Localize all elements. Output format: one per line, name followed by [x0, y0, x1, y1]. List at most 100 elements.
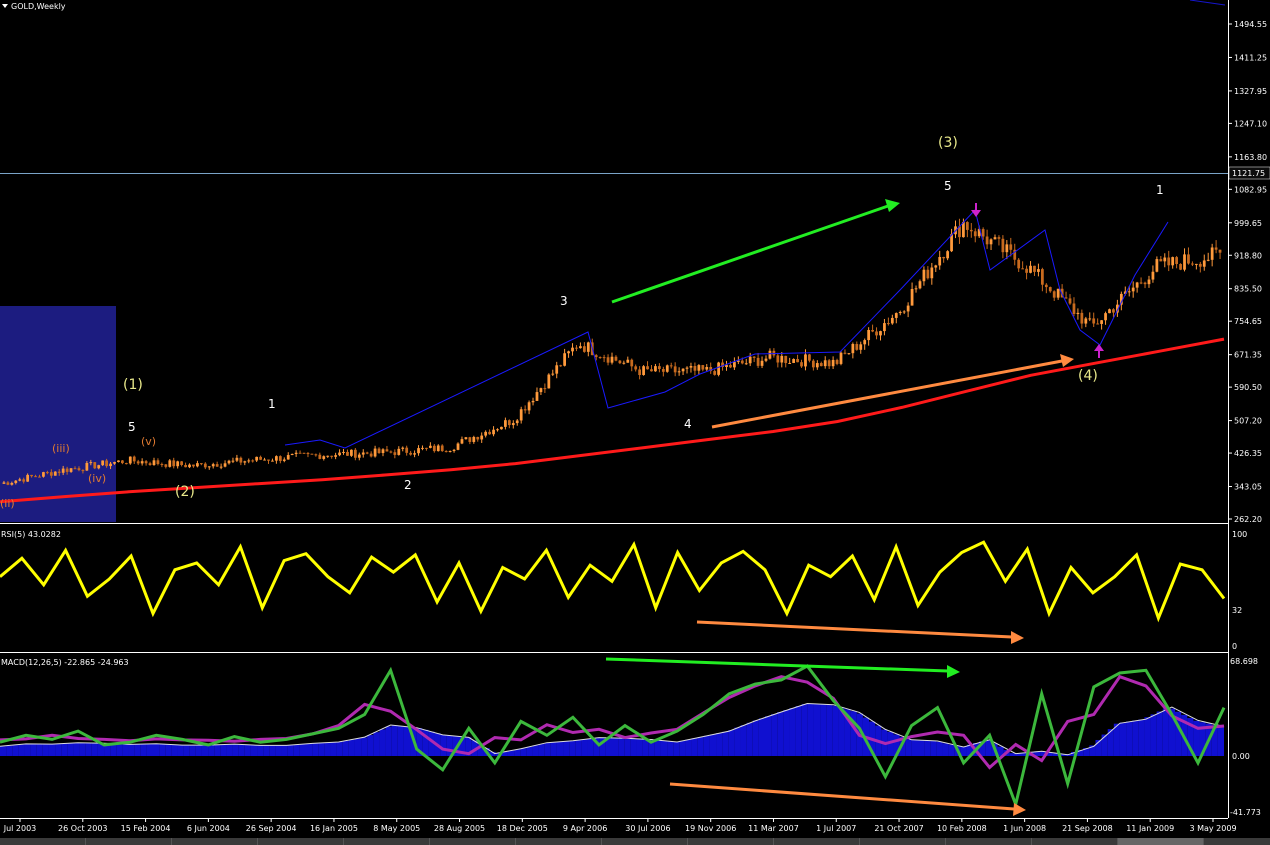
candle-body: [531, 400, 535, 403]
macd-histogram-bar: [373, 732, 380, 756]
candle-body: [472, 436, 476, 442]
macd-histogram-bar: [550, 742, 557, 756]
candle-body: [930, 267, 934, 279]
price-tick-label: 1494.55: [1234, 20, 1267, 29]
candle-body: [1064, 297, 1068, 299]
candle-body: [353, 449, 357, 458]
rsi-label: RSI(5) 43.0282: [1, 530, 61, 539]
chart-tab[interactable]: [946, 838, 1032, 845]
macd-histogram-bar: [195, 745, 202, 756]
wave-label-4-minor: 4: [684, 417, 692, 431]
candle-body: [156, 460, 160, 465]
time-tick-label: Jul 2003: [3, 824, 37, 833]
candle-body: [1210, 247, 1214, 260]
macd-histogram-bar: [165, 744, 172, 756]
candle-body: [618, 360, 622, 364]
candle-body: [1108, 309, 1111, 314]
wave-label-2-minor: 2: [404, 478, 412, 492]
chart-tab[interactable]: [430, 838, 516, 845]
candle-body: [184, 464, 187, 468]
chart-tab[interactable]: [258, 838, 344, 845]
candle-body: [575, 347, 578, 349]
macd-histogram-bar: [342, 740, 349, 756]
macd-histogram-bar: [691, 738, 698, 756]
macd-histogram-bar: [171, 744, 178, 756]
candle-body: [405, 447, 409, 453]
chart-tab[interactable]: [860, 838, 946, 845]
macd-label: MACD(12,26,5) -22.865 -24.963: [1, 658, 129, 667]
time-tick-label: 9 Apr 2006: [563, 824, 607, 833]
macd-histogram-bar: [1217, 726, 1224, 756]
candle-body: [235, 457, 239, 461]
candle-body: [361, 452, 365, 455]
candle-body: [30, 474, 33, 477]
macd-histogram-bar: [1119, 722, 1127, 756]
macd-histogram-bar: [697, 737, 704, 756]
candle-body: [598, 357, 602, 359]
candle-body: [519, 409, 523, 421]
macd-histogram-bar: [318, 743, 325, 756]
candle-body: [132, 456, 136, 462]
chart-tab[interactable]: [1204, 838, 1270, 845]
chart-tab[interactable]: [344, 838, 430, 845]
macd-histogram-bar: [826, 704, 833, 756]
chart-tab[interactable]: [0, 838, 86, 845]
chart-tab[interactable]: [602, 838, 688, 845]
chart-tab[interactable]: [774, 838, 860, 845]
chart-tab[interactable]: [688, 838, 774, 845]
candle-body: [263, 459, 266, 461]
candle-body: [547, 374, 551, 389]
candle-body: [1159, 259, 1163, 262]
candle-body: [981, 229, 985, 237]
candle-body: [1171, 257, 1175, 266]
candle-body: [962, 222, 965, 238]
candle-body: [247, 460, 251, 462]
candle-body: [733, 361, 736, 368]
candle-body: [10, 482, 14, 485]
candle-body: [124, 463, 128, 465]
candle-body: [523, 409, 527, 411]
candle-body: [1017, 259, 1021, 269]
chart-tab[interactable]: [1032, 838, 1118, 845]
candle-body: [626, 359, 630, 363]
chart-tab-active[interactable]: [1118, 838, 1204, 845]
macd-histogram-bar: [660, 740, 668, 756]
candle-body: [685, 367, 689, 369]
candle-body: [567, 351, 570, 354]
candle-body: [53, 471, 57, 476]
macd-histogram-bar: [367, 735, 374, 756]
candle-body: [1033, 265, 1036, 272]
chart-tabs-bar[interactable]: [0, 838, 1270, 845]
candle-body: [863, 340, 867, 345]
candle-body: [969, 229, 973, 232]
candle-body: [271, 460, 274, 462]
candle-body: [665, 365, 669, 372]
macd-histogram-bar: [734, 727, 741, 756]
candle-body: [22, 479, 26, 482]
candle-body: [290, 453, 294, 456]
macd-histogram-bar: [299, 744, 306, 756]
candle-body: [1194, 263, 1198, 265]
macd-histogram-bar: [361, 737, 368, 756]
candle-body: [1143, 282, 1147, 285]
chart-tab[interactable]: [172, 838, 258, 845]
wave-label-1-minor-b: 1: [1156, 183, 1164, 197]
candle-body: [440, 445, 444, 452]
macd-histogram-bar: [667, 741, 674, 756]
macd-histogram-bar: [703, 735, 710, 756]
rsi-tick-32: 32: [1232, 606, 1242, 615]
candle-body: [492, 429, 495, 435]
candle-body: [657, 366, 661, 370]
candle-body: [160, 464, 164, 466]
macd-histogram-bar: [6, 745, 13, 756]
candle-body: [73, 468, 77, 470]
chart-tab[interactable]: [86, 838, 172, 845]
candle-body: [377, 448, 381, 454]
macd-histogram-bar: [201, 745, 209, 756]
chart-tab[interactable]: [516, 838, 602, 845]
candle-body: [867, 329, 871, 341]
price-chart: GOLD,Weekly (1) (2) (3) (4) (ii) (iii) (…: [0, 0, 1270, 845]
candle-body: [278, 456, 282, 461]
candle-body: [338, 452, 341, 456]
candle-body: [511, 423, 515, 426]
